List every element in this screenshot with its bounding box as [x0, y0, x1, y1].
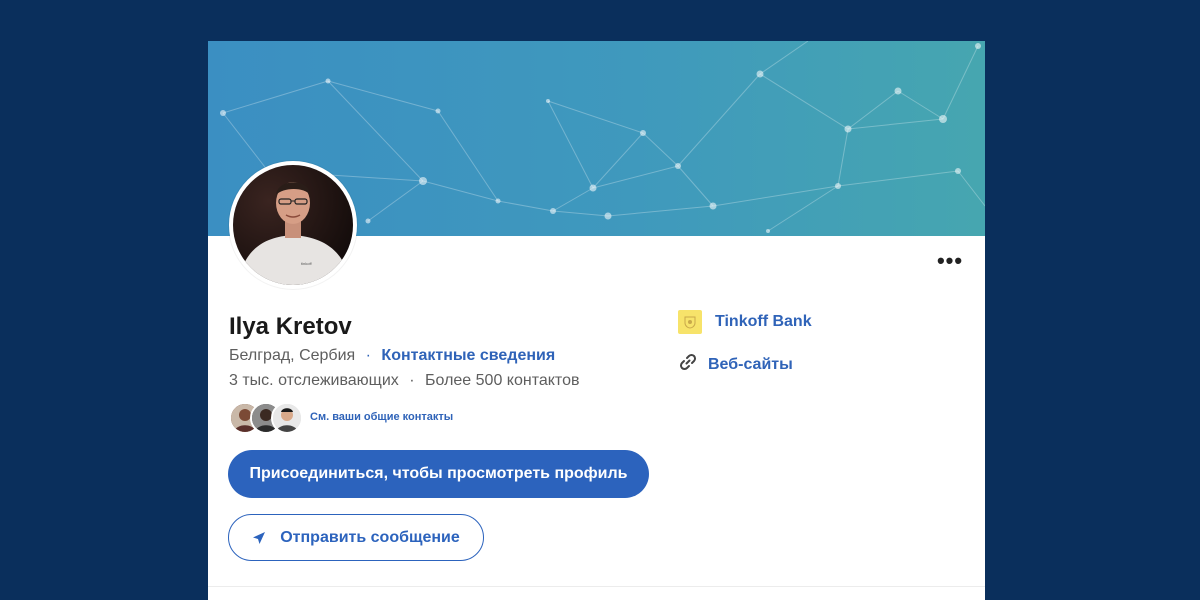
profile-location: Белград, Сербия: [229, 347, 356, 364]
more-options-button[interactable]: •••: [934, 249, 966, 273]
send-message-button[interactable]: Отправить сообщение: [228, 514, 484, 561]
company-name: Tinkoff Bank: [715, 313, 812, 330]
separator: ·: [409, 372, 415, 389]
mutual-connections[interactable]: См. ваши общие контакты: [229, 401, 453, 434]
websites-label: Веб-сайты: [708, 355, 793, 373]
profile-avatar: tinkoff: [229, 161, 357, 289]
profile-location-line: Белград, Сербия · Контактные сведения: [229, 347, 555, 365]
websites-link[interactable]: Веб-сайты: [678, 352, 793, 377]
connections-count: Более 500 контактов: [425, 372, 580, 389]
tinkoff-logo: [678, 310, 702, 334]
svg-text:tinkoff: tinkoff: [301, 261, 312, 266]
more-horizontal-icon: •••: [936, 248, 964, 273]
profile-stats-line: 3 тыс. отслеживающих · Более 500 контакт…: [229, 372, 579, 390]
divider: [208, 586, 985, 587]
separator: ·: [365, 347, 371, 364]
profile-photo: tinkoff: [233, 165, 353, 285]
send-message-label: Отправить сообщение: [280, 528, 460, 546]
link-icon: [678, 352, 698, 377]
company-link[interactable]: Tinkoff Bank: [678, 310, 812, 334]
join-to-view-profile-button[interactable]: Присоединиться, чтобы просмотреть профил…: [228, 450, 649, 498]
mutual-connections-link[interactable]: См. ваши общие контакты: [310, 411, 453, 423]
followers-count: 3 тыс. отслеживающих: [229, 372, 399, 389]
profile-name: Ilya Kretov: [229, 313, 352, 340]
mutual-avatars: [229, 401, 303, 434]
profile-card: tinkoff ••• Ilya Kretov Белград, Сербия …: [208, 41, 985, 600]
avatar: [271, 402, 303, 434]
contact-info-link[interactable]: Контактные сведения: [381, 347, 555, 364]
send-icon: [252, 531, 266, 545]
